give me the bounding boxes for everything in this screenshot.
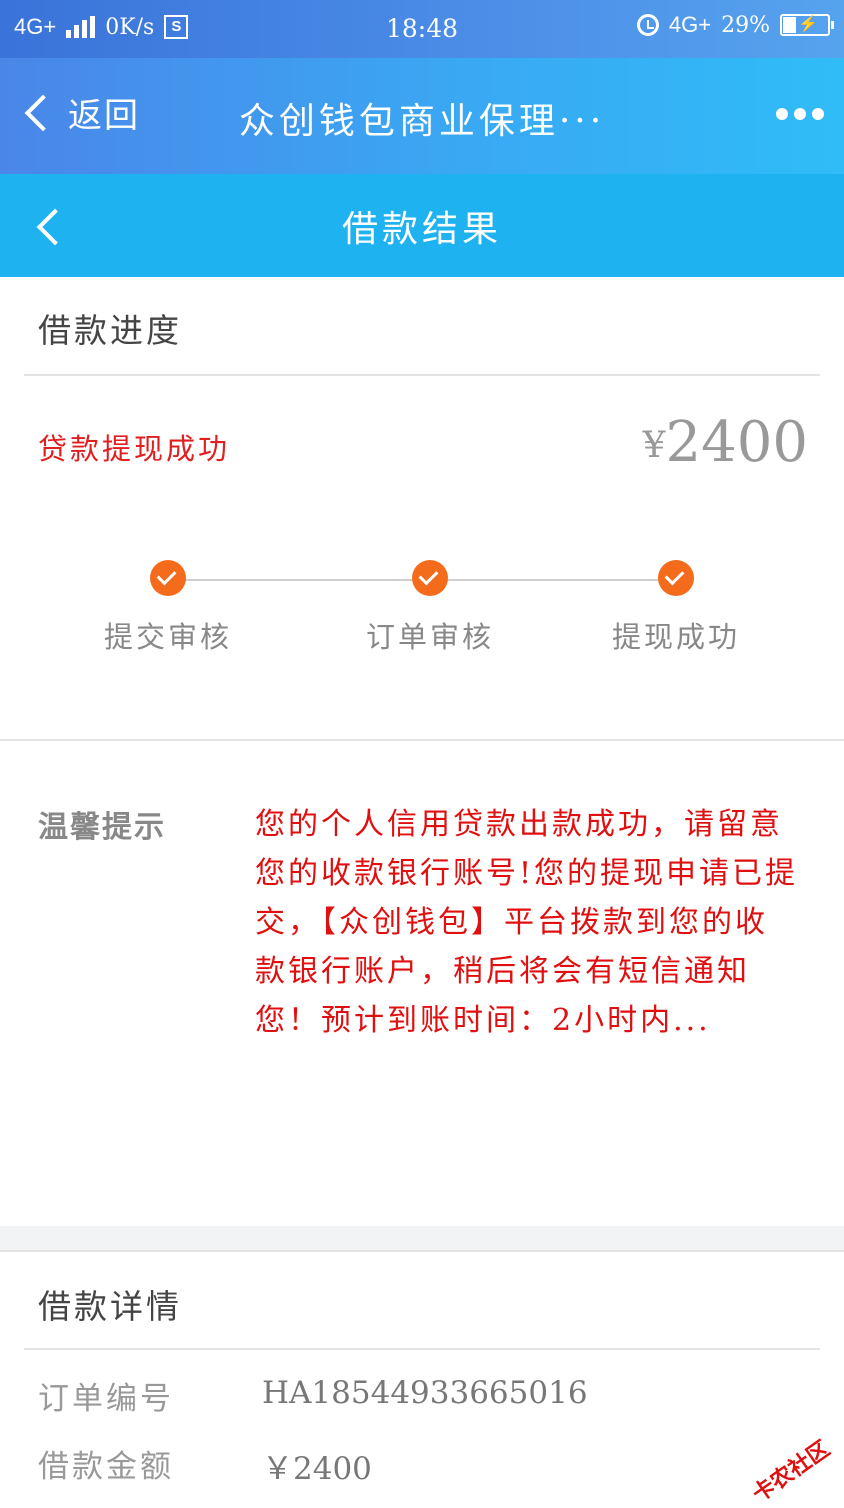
step-3-check-icon	[658, 560, 694, 596]
alarm-icon	[636, 14, 659, 36]
loan-amount: ¥2400	[643, 410, 808, 475]
details-section-title: 借款详情	[38, 1287, 182, 1326]
watermark-logo: 卡农社区	[747, 1435, 835, 1507]
step-2-label: 订单审核	[365, 620, 494, 654]
more-button[interactable]	[776, 108, 824, 120]
step-1-check-icon	[150, 560, 186, 596]
tip-label: 温馨提示	[38, 810, 166, 845]
back-label: 返回	[68, 96, 140, 136]
more-dots-icon	[776, 108, 788, 120]
page-header: 借款结果	[0, 174, 844, 277]
tip-text: 您的个人信用贷款出款成功，请留意您的收款银行账号!您的提现申请已提交，【众创钱包…	[255, 807, 799, 1038]
loan-status-text: 贷款提现成功	[38, 432, 231, 466]
divider	[24, 374, 820, 376]
divider	[0, 1250, 844, 1252]
loan-amount-value: ￥2400	[262, 1451, 372, 1487]
loan-amount-label: 借款金额	[38, 1449, 174, 1485]
page-title: 借款结果	[341, 209, 502, 250]
order-number-label: 订单编号	[38, 1381, 174, 1417]
currency-symbol: ¥	[642, 425, 666, 466]
battery-percent: 29%	[721, 12, 770, 38]
progress-section-title: 借款进度	[38, 311, 182, 350]
status-bar: 4G+ 0K/s S 18:48 4G+ 29% ⚡	[0, 0, 844, 58]
step-1-label: 提交审核	[103, 620, 232, 654]
step-2-check-icon	[412, 560, 448, 596]
chevron-left-icon	[24, 94, 62, 131]
divider	[0, 739, 844, 741]
amount-value: 2400	[665, 410, 808, 475]
battery-icon: ⚡	[780, 14, 834, 36]
network-type-right: 4G+	[668, 12, 712, 37]
step-3-label: 提现成功	[611, 620, 740, 654]
divider	[24, 1348, 820, 1350]
app-title: 众创钱包商业保理···	[238, 101, 606, 142]
app-header: 返回 众创钱包商业保理···	[0, 58, 844, 174]
section-gap	[0, 1226, 844, 1250]
order-number-value: HA18544933665016	[262, 1375, 588, 1411]
back-button[interactable]: 返回	[18, 88, 140, 137]
